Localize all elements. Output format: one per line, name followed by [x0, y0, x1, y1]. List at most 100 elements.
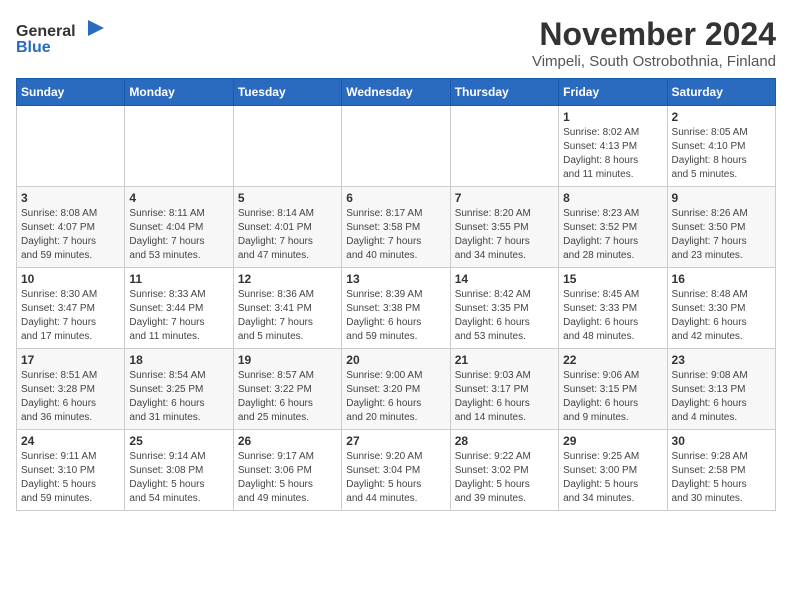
day-number: 6	[346, 191, 445, 205]
logo: General Blue	[16, 16, 106, 56]
day-info: Sunrise: 8:02 AM Sunset: 4:13 PM Dayligh…	[563, 126, 662, 182]
day-number: 30	[672, 434, 771, 448]
day-number: 26	[238, 434, 337, 448]
day-info: Sunrise: 8:23 AM Sunset: 3:52 PM Dayligh…	[563, 207, 662, 263]
day-info: Sunrise: 8:51 AM Sunset: 3:28 PM Dayligh…	[21, 369, 120, 425]
calendar-table: SundayMondayTuesdayWednesdayThursdayFrid…	[16, 78, 776, 511]
calendar-cell-w2d6: 8 Sunrise: 8:23 AM Sunset: 3:52 PM Daylig…	[559, 187, 667, 268]
weekday-header-friday: Friday	[559, 79, 667, 106]
day-info: Sunrise: 8:11 AM Sunset: 4:04 PM Dayligh…	[129, 207, 228, 263]
calendar-cell-w1d6: 1 Sunrise: 8:02 AM Sunset: 4:13 PM Daylig…	[559, 106, 667, 187]
day-number: 1	[563, 110, 662, 124]
day-info: Sunrise: 8:57 AM Sunset: 3:22 PM Dayligh…	[238, 369, 337, 425]
day-info: Sunrise: 8:54 AM Sunset: 3:25 PM Dayligh…	[129, 369, 228, 425]
calendar-cell-w4d2: 18 Sunrise: 8:54 AM Sunset: 3:25 PM Dayli…	[125, 349, 233, 430]
day-info: Sunrise: 8:26 AM Sunset: 3:50 PM Dayligh…	[672, 207, 771, 263]
day-number: 21	[455, 353, 554, 367]
calendar-cell-w4d5: 21Sunrise: 9:03 AM Sunset: 3:17 PM Dayli…	[450, 349, 558, 430]
weekday-header-tuesday: Tuesday	[233, 79, 341, 106]
day-info: Sunrise: 8:42 AM Sunset: 3:35 PM Dayligh…	[455, 288, 554, 344]
weekday-header-row: SundayMondayTuesdayWednesdayThursdayFrid…	[17, 79, 776, 106]
weekday-header-thursday: Thursday	[450, 79, 558, 106]
day-info: Sunrise: 9:25 AM Sunset: 3:00 PM Dayligh…	[563, 450, 662, 506]
calendar-subtitle: Vimpeli, South Ostrobothnia, Finland	[532, 53, 776, 70]
svg-text:General: General	[16, 23, 76, 40]
day-number: 22	[563, 353, 662, 367]
calendar-cell-w4d7: 23 Sunrise: 9:08 AM Sunset: 3:13 PM Dayli…	[667, 349, 775, 430]
calendar-cell-w4d1: 17 Sunrise: 8:51 AM Sunset: 3:28 PM Dayli…	[17, 349, 125, 430]
calendar-week-2: 3 Sunrise: 8:08 AM Sunset: 4:07 PM Daylig…	[17, 187, 776, 268]
day-number: 7	[455, 191, 554, 205]
calendar-cell-w5d5: 28 Sunrise: 9:22 AM Sunset: 3:02 PM Dayli…	[450, 430, 558, 511]
calendar-cell-w1d7: 2 Sunrise: 8:05 AM Sunset: 4:10 PM Daylig…	[667, 106, 775, 187]
logo-svg: General Blue	[16, 16, 106, 56]
day-info: Sunrise: 9:22 AM Sunset: 3:02 PM Dayligh…	[455, 450, 554, 506]
calendar-cell-w3d7: 16 Sunrise: 8:48 AM Sunset: 3:30 PM Dayli…	[667, 268, 775, 349]
calendar-week-4: 17 Sunrise: 8:51 AM Sunset: 3:28 PM Dayli…	[17, 349, 776, 430]
day-number: 11	[129, 272, 228, 286]
day-number: 20	[346, 353, 445, 367]
day-number: 13	[346, 272, 445, 286]
calendar-cell-w4d3: 19 Sunrise: 8:57 AM Sunset: 3:22 PM Dayli…	[233, 349, 341, 430]
day-number: 8	[563, 191, 662, 205]
calendar-cell-w3d3: 12Sunrise: 8:36 AM Sunset: 3:41 PM Dayli…	[233, 268, 341, 349]
calendar-week-3: 10 Sunrise: 8:30 AM Sunset: 3:47 PM Dayli…	[17, 268, 776, 349]
day-number: 4	[129, 191, 228, 205]
day-info: Sunrise: 8:30 AM Sunset: 3:47 PM Dayligh…	[21, 288, 120, 344]
day-number: 3	[21, 191, 120, 205]
calendar-title: November 2024	[532, 16, 776, 53]
day-number: 28	[455, 434, 554, 448]
day-number: 17	[21, 353, 120, 367]
day-info: Sunrise: 9:08 AM Sunset: 3:13 PM Dayligh…	[672, 369, 771, 425]
calendar-cell-w2d4: 6 Sunrise: 8:17 AM Sunset: 3:58 PM Daylig…	[342, 187, 450, 268]
weekday-header-wednesday: Wednesday	[342, 79, 450, 106]
calendar-cell-w5d7: 30 Sunrise: 9:28 AM Sunset: 2:58 PM Dayli…	[667, 430, 775, 511]
day-info: Sunrise: 9:00 AM Sunset: 3:20 PM Dayligh…	[346, 369, 445, 425]
day-number: 18	[129, 353, 228, 367]
day-number: 15	[563, 272, 662, 286]
day-info: Sunrise: 8:05 AM Sunset: 4:10 PM Dayligh…	[672, 126, 771, 182]
day-info: Sunrise: 9:14 AM Sunset: 3:08 PM Dayligh…	[129, 450, 228, 506]
title-block: November 2024 Vimpeli, South Ostrobothni…	[532, 16, 776, 70]
calendar-cell-w1d5	[450, 106, 558, 187]
page-header: General Blue November 2024 Vimpeli, Sout…	[16, 16, 776, 70]
calendar-cell-w1d3	[233, 106, 341, 187]
calendar-cell-w5d3: 26 Sunrise: 9:17 AM Sunset: 3:06 PM Dayli…	[233, 430, 341, 511]
day-number: 27	[346, 434, 445, 448]
day-number: 9	[672, 191, 771, 205]
calendar-cell-w3d5: 14 Sunrise: 8:42 AM Sunset: 3:35 PM Dayli…	[450, 268, 558, 349]
day-number: 16	[672, 272, 771, 286]
calendar-body: 1 Sunrise: 8:02 AM Sunset: 4:13 PM Daylig…	[17, 106, 776, 511]
day-info: Sunrise: 9:28 AM Sunset: 2:58 PM Dayligh…	[672, 450, 771, 506]
day-info: Sunrise: 8:08 AM Sunset: 4:07 PM Dayligh…	[21, 207, 120, 263]
weekday-header-saturday: Saturday	[667, 79, 775, 106]
day-number: 19	[238, 353, 337, 367]
calendar-week-1: 1 Sunrise: 8:02 AM Sunset: 4:13 PM Daylig…	[17, 106, 776, 187]
day-info: Sunrise: 9:20 AM Sunset: 3:04 PM Dayligh…	[346, 450, 445, 506]
day-number: 23	[672, 353, 771, 367]
day-info: Sunrise: 8:48 AM Sunset: 3:30 PM Dayligh…	[672, 288, 771, 344]
day-info: Sunrise: 8:17 AM Sunset: 3:58 PM Dayligh…	[346, 207, 445, 263]
calendar-cell-w5d2: 25Sunrise: 9:14 AM Sunset: 3:08 PM Dayli…	[125, 430, 233, 511]
day-info: Sunrise: 9:17 AM Sunset: 3:06 PM Dayligh…	[238, 450, 337, 506]
calendar-cell-w5d6: 29 Sunrise: 9:25 AM Sunset: 3:00 PM Dayli…	[559, 430, 667, 511]
calendar-cell-w1d4	[342, 106, 450, 187]
day-info: Sunrise: 9:11 AM Sunset: 3:10 PM Dayligh…	[21, 450, 120, 506]
day-number: 10	[21, 272, 120, 286]
calendar-cell-w2d1: 3 Sunrise: 8:08 AM Sunset: 4:07 PM Daylig…	[17, 187, 125, 268]
day-info: Sunrise: 8:45 AM Sunset: 3:33 PM Dayligh…	[563, 288, 662, 344]
calendar-cell-w4d4: 20 Sunrise: 9:00 AM Sunset: 3:20 PM Dayli…	[342, 349, 450, 430]
calendar-cell-w3d4: 13Sunrise: 8:39 AM Sunset: 3:38 PM Dayli…	[342, 268, 450, 349]
day-info: Sunrise: 8:36 AM Sunset: 3:41 PM Dayligh…	[238, 288, 337, 344]
calendar-cell-w3d1: 10 Sunrise: 8:30 AM Sunset: 3:47 PM Dayli…	[17, 268, 125, 349]
day-number: 2	[672, 110, 771, 124]
day-number: 29	[563, 434, 662, 448]
day-number: 14	[455, 272, 554, 286]
day-info: Sunrise: 9:06 AM Sunset: 3:15 PM Dayligh…	[563, 369, 662, 425]
day-info: Sunrise: 8:14 AM Sunset: 4:01 PM Dayligh…	[238, 207, 337, 263]
calendar-cell-w4d6: 22 Sunrise: 9:06 AM Sunset: 3:15 PM Dayli…	[559, 349, 667, 430]
calendar-cell-w1d2	[125, 106, 233, 187]
svg-text:Blue: Blue	[16, 39, 51, 56]
weekday-header-monday: Monday	[125, 79, 233, 106]
calendar-cell-w2d7: 9 Sunrise: 8:26 AM Sunset: 3:50 PM Daylig…	[667, 187, 775, 268]
